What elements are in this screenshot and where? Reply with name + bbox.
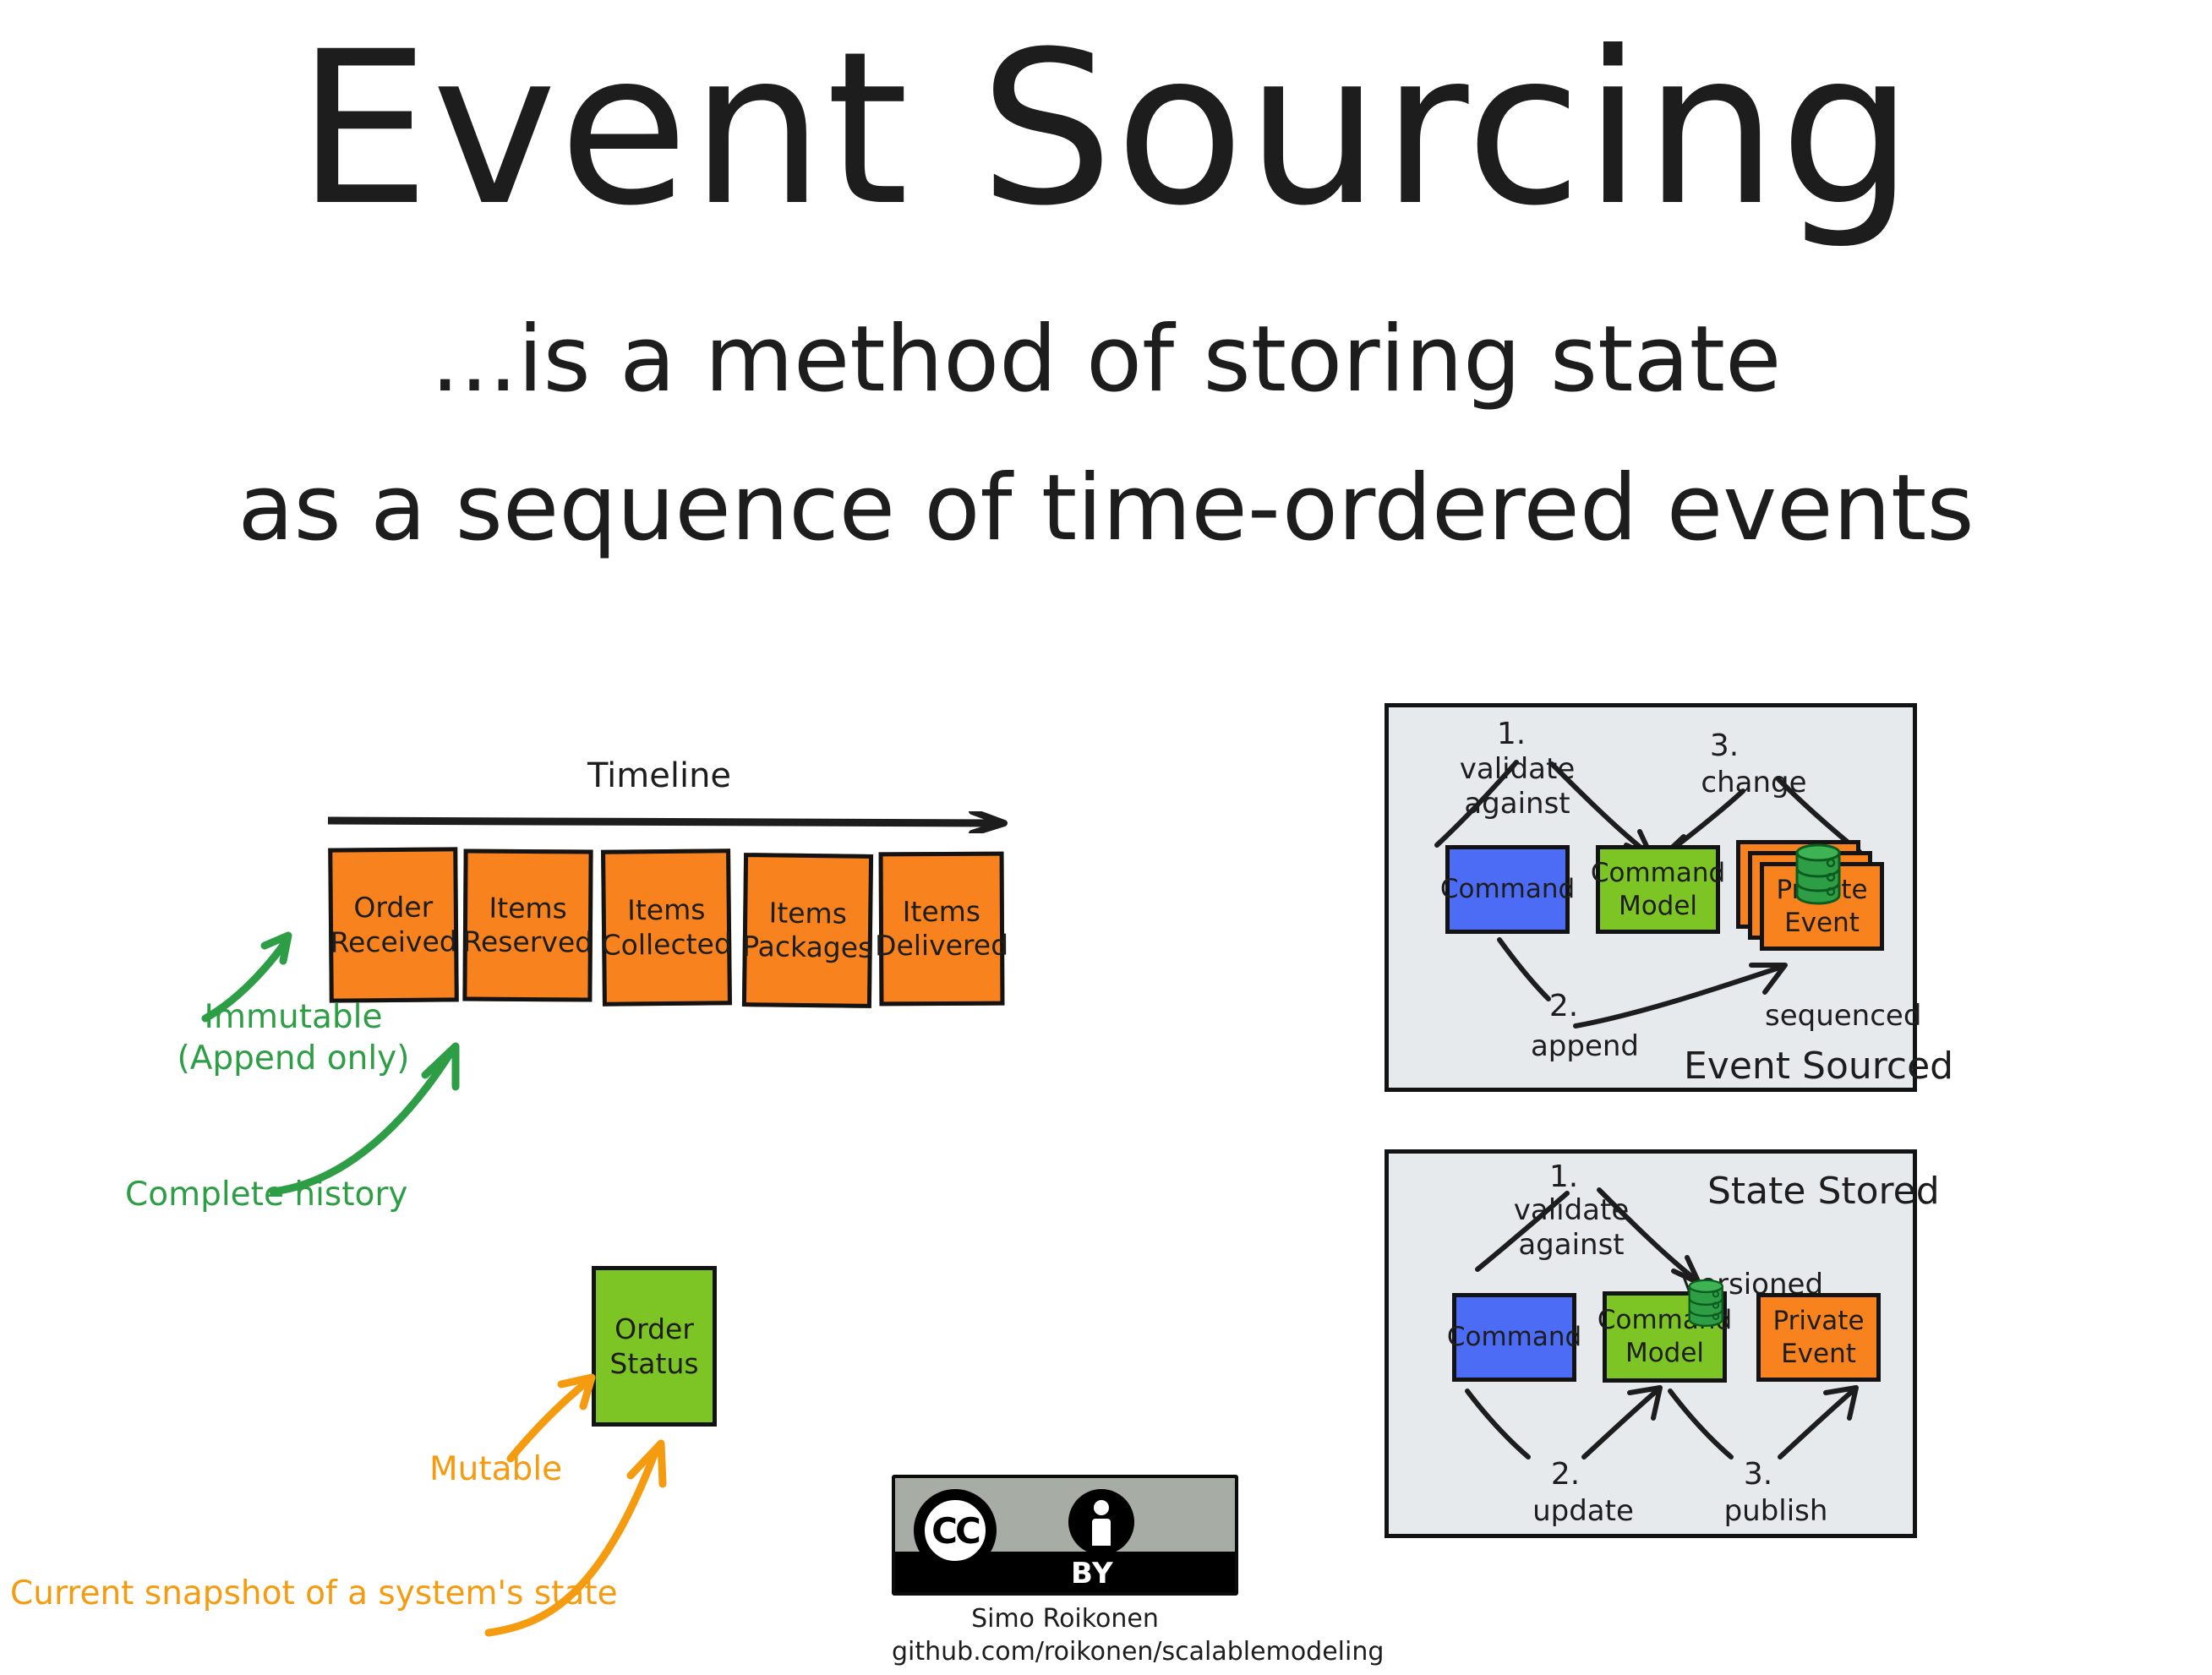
event-label-line2: Delivered: [875, 928, 1009, 963]
database-cylinder-icon: [1795, 843, 1841, 905]
es-append-source-line-icon: [1497, 937, 1551, 1001]
cc-by-badge-icon: CC BY: [892, 1475, 1238, 1596]
es-sequenced-label: sequenced: [1765, 999, 1922, 1033]
order-status-line1: Order: [614, 1312, 694, 1345]
by-person-icon: [1068, 1489, 1134, 1555]
ss-private-event-line1: Private: [1772, 1305, 1865, 1336]
page-title: Event Sourcing: [296, 6, 1916, 252]
ss-private-event-box: Private Event: [1756, 1293, 1881, 1382]
es-private-event-line2: Event: [1784, 907, 1860, 938]
event-label-line2: Collected: [601, 926, 733, 962]
order-status-line2: Status: [609, 1347, 699, 1380]
ss-publish-arrow-icon: [1778, 1385, 1859, 1459]
timeline-event-box: Items Reserved: [462, 848, 593, 1002]
ss-update-source-line-icon: [1465, 1389, 1531, 1459]
ss-step2-label: update: [1532, 1494, 1634, 1528]
es-step2-label: append: [1530, 1029, 1640, 1063]
ss-validate-left-arrow-icon: [1475, 1191, 1570, 1272]
subtitle-line-2: as a sequence of time-ordered events: [238, 456, 1974, 561]
by-label: BY: [1071, 1557, 1114, 1590]
event-label-line2: Packages: [742, 930, 873, 964]
ss-update-arrow-icon: [1581, 1385, 1663, 1459]
by-person-body: [1092, 1519, 1111, 1546]
ss-step3-number: 3.: [1743, 1457, 1773, 1492]
order-status-box: Order Status: [592, 1266, 717, 1427]
event-label-line2: Received: [330, 924, 457, 959]
cc-icon: CC: [914, 1489, 997, 1572]
annotation-immutable-line1: Immutable: [204, 998, 383, 1036]
timeline-arrow-icon: [328, 811, 1008, 833]
event-label-line1: Items: [768, 896, 848, 930]
ss-private-event-line2: Event: [1781, 1338, 1856, 1369]
state-stored-panel-title: State Stored: [1707, 1170, 1940, 1213]
timeline-event-box: Items Packages: [741, 853, 874, 1008]
credits-author: Simo Roikonen: [971, 1604, 1159, 1634]
by-person-head: [1094, 1500, 1109, 1515]
es-command-model-line1: Command: [1590, 857, 1726, 888]
timeline-event-box: Order Received: [328, 847, 459, 1003]
annotation-complete-history: Complete history: [125, 1176, 408, 1214]
event-sourced-panel-title: Event Sourced: [1684, 1045, 1954, 1088]
subtitle-line-1: ...is a method of storing state: [430, 307, 1782, 412]
annotation-current-snapshot: Current snapshot of a system's state: [10, 1574, 618, 1612]
es-step1-number: 1.: [1496, 717, 1527, 751]
timeline-event-box: Items Delivered: [875, 851, 1008, 1007]
timeline-event-box: Items Collected: [601, 848, 732, 1007]
es-append-arrow-icon: [1573, 963, 1788, 1028]
timeline-label: Timeline: [587, 756, 732, 795]
ss-step3-label: publish: [1723, 1494, 1828, 1528]
es-command-box: Command: [1440, 845, 1575, 934]
event-label-line1: Items: [902, 894, 981, 928]
event-label-line1: Items: [626, 892, 706, 927]
license-credits: CC BY Simo Roikonen github.com/roikonen/…: [892, 1475, 1385, 1667]
event-label-line1: Order: [353, 890, 434, 925]
es-command-model-line2: Model: [1618, 890, 1698, 921]
ss-publish-source-line-icon: [1668, 1389, 1734, 1459]
event-label-line2: Reserved: [462, 925, 593, 959]
ss-command-box: Command: [1447, 1293, 1581, 1382]
ss-step1-number: 1.: [1548, 1159, 1579, 1194]
database-cylinder-icon: [1688, 1279, 1723, 1327]
credits-url: github.com/roikonen/scalablemodeling: [892, 1637, 1385, 1667]
event-label-line1: Items: [489, 891, 567, 925]
es-validate-left-arrow-icon: [1434, 760, 1519, 848]
es-command-model-box: Command Model: [1591, 845, 1725, 934]
ss-step2-number: 2.: [1550, 1457, 1581, 1492]
ss-command-model-line2: Model: [1625, 1338, 1705, 1368]
es-step3-number: 3.: [1709, 728, 1740, 763]
